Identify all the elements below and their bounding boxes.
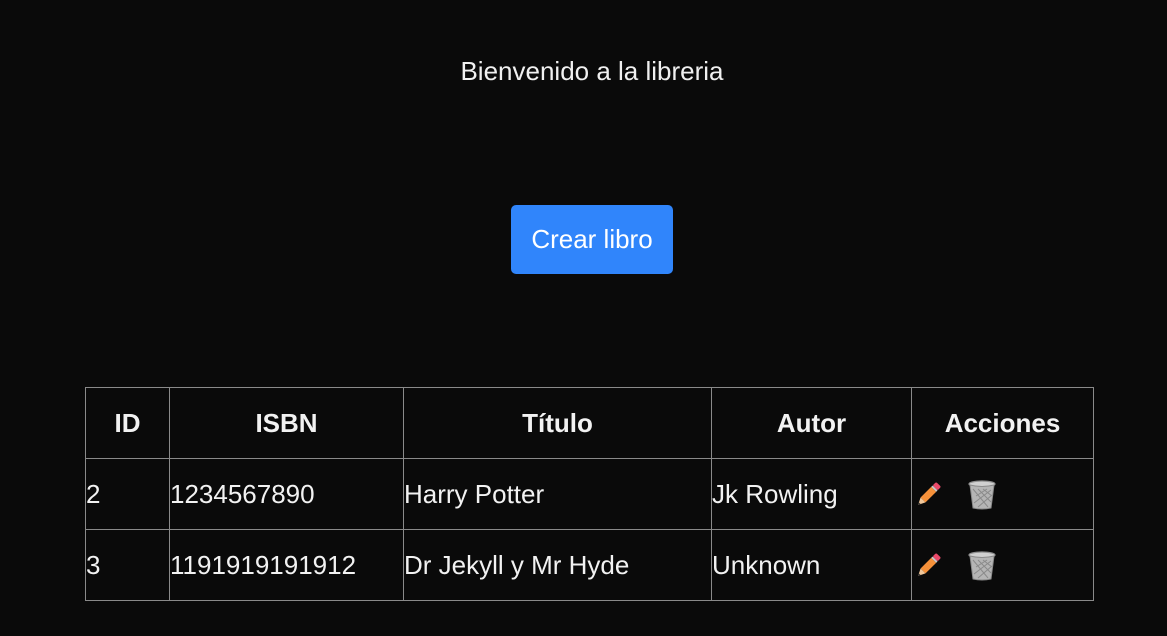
book-author-cell: Unknown — [711, 529, 912, 601]
book-actions-cell — [911, 529, 1094, 601]
create-book-button[interactable]: Crear libro — [511, 205, 673, 274]
wastebasket-icon[interactable] — [966, 550, 998, 582]
book-title-cell: Harry Potter — [403, 458, 712, 530]
books-table: ID ISBN Título Autor Acciones 2 12345678… — [85, 387, 1094, 601]
column-header-title: Título — [403, 387, 712, 459]
pencil-icon[interactable] — [912, 550, 944, 582]
wastebasket-icon[interactable] — [966, 479, 998, 511]
book-isbn-cell: 1234567890 — [169, 458, 404, 530]
welcome-heading: Bienvenido a la libreria — [460, 56, 724, 86]
column-header-author: Autor — [711, 387, 912, 459]
column-header-isbn: ISBN — [169, 387, 404, 459]
column-header-actions: Acciones — [911, 387, 1094, 459]
table-header-row: ID ISBN Título Autor Acciones — [85, 387, 1094, 459]
table-row: 3 1191919191912 Dr Jekyll y Mr Hyde Unkn… — [85, 529, 1094, 601]
book-actions-cell — [911, 458, 1094, 530]
table-row: 2 1234567890 Harry Potter Jk Rowling — [85, 458, 1094, 530]
book-author-cell: Jk Rowling — [711, 458, 912, 530]
book-title-cell: Dr Jekyll y Mr Hyde — [403, 529, 712, 601]
column-header-id: ID — [85, 387, 170, 459]
book-id-cell: 2 — [85, 458, 170, 530]
book-isbn-cell: 1191919191912 — [169, 529, 404, 601]
book-id-cell: 3 — [85, 529, 170, 601]
pencil-icon[interactable] — [912, 479, 944, 511]
